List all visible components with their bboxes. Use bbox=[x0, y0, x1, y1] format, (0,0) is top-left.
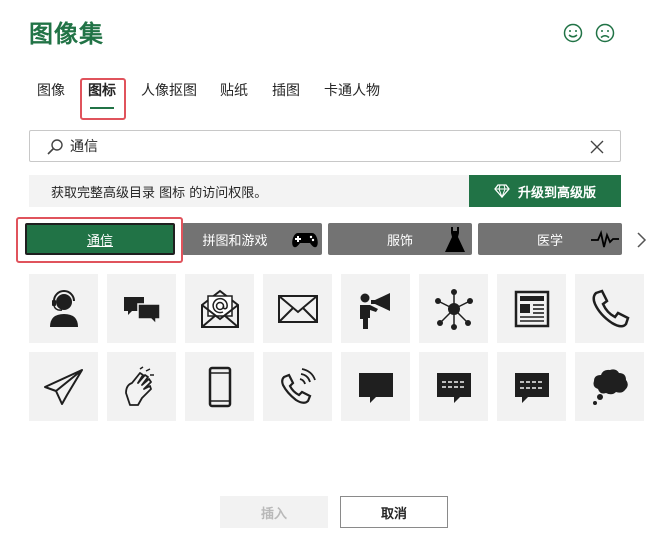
category-clothing[interactable]: 服饰 bbox=[328, 223, 472, 255]
icon-tile[interactable] bbox=[185, 274, 254, 343]
category-label: 医学 bbox=[536, 233, 563, 249]
insert-button[interactable]: 插入 bbox=[220, 496, 328, 528]
category-puzzles-games[interactable]: 拼图和游戏 bbox=[182, 223, 322, 255]
frown-icon[interactable] bbox=[595, 23, 615, 43]
headset-user-icon bbox=[49, 289, 78, 327]
premium-message: 获取完整高级目录 图标 的访问权限。 bbox=[51, 186, 268, 201]
dress-icon bbox=[445, 227, 465, 252]
megaphone-person-icon bbox=[359, 292, 390, 329]
icon-tile[interactable] bbox=[341, 352, 410, 421]
message-bubble-icon bbox=[514, 372, 549, 403]
network-hub-icon bbox=[434, 288, 473, 330]
speech-bubble-icon bbox=[358, 372, 393, 403]
newspaper-icon bbox=[514, 290, 549, 327]
search-icon bbox=[47, 139, 63, 155]
upgrade-button[interactable]: 升级到高级版 bbox=[469, 175, 621, 207]
icon-tile[interactable] bbox=[107, 352, 176, 421]
icon-tile[interactable] bbox=[263, 274, 332, 343]
icon-tile[interactable] bbox=[497, 352, 566, 421]
sign-language-icon bbox=[124, 365, 154, 406]
envelope-icon bbox=[277, 294, 318, 323]
category-label: 拼图和游戏 bbox=[202, 233, 268, 249]
chat-bubbles-icon bbox=[123, 296, 161, 326]
dialog-title: 图像集 bbox=[29, 19, 104, 48]
icon-tile[interactable] bbox=[107, 274, 176, 343]
icon-tile[interactable] bbox=[341, 274, 410, 343]
smartphone-icon bbox=[208, 366, 231, 407]
tab-images[interactable]: 图像 bbox=[36, 76, 66, 116]
heartbeat-icon bbox=[591, 230, 619, 248]
category-label: 通信 bbox=[86, 233, 113, 249]
text-bubble-icon bbox=[436, 372, 471, 403]
tab-icons[interactable]: 图标 bbox=[82, 76, 122, 116]
tab-cutout-people[interactable]: 人像抠图 bbox=[140, 76, 198, 116]
icon-tile[interactable] bbox=[29, 274, 98, 343]
tab-stickers[interactable]: 贴纸 bbox=[219, 76, 249, 116]
search-input[interactable] bbox=[68, 135, 568, 157]
category-medical[interactable]: 医学 bbox=[478, 223, 622, 255]
icon-tile[interactable] bbox=[575, 352, 644, 421]
search-box bbox=[29, 130, 621, 162]
chevron-right-icon[interactable] bbox=[634, 230, 648, 250]
category-strip: 通信 拼图和游戏 服饰 医学 bbox=[0, 217, 659, 265]
category-communication[interactable]: 通信 bbox=[25, 223, 175, 255]
paper-plane-icon bbox=[43, 368, 83, 405]
upgrade-label: 升级到高级版 bbox=[517, 185, 596, 201]
diamond-icon bbox=[494, 184, 510, 198]
thought-bubble-icon bbox=[592, 368, 628, 405]
icon-tile[interactable] bbox=[263, 352, 332, 421]
icon-tile[interactable] bbox=[497, 274, 566, 343]
cancel-button[interactable]: 取消 bbox=[340, 496, 448, 528]
close-icon[interactable] bbox=[590, 140, 604, 154]
category-label: 服饰 bbox=[386, 233, 413, 249]
tab-cartoon-people[interactable]: 卡通人物 bbox=[323, 76, 381, 116]
icon-tile[interactable] bbox=[575, 274, 644, 343]
tab-illustrations[interactable]: 插图 bbox=[271, 76, 301, 116]
icon-tile[interactable] bbox=[29, 352, 98, 421]
icon-tile[interactable] bbox=[185, 352, 254, 421]
premium-banner: 获取完整高级目录 图标 的访问权限。 升级到高级版 bbox=[29, 175, 621, 207]
email-at-icon bbox=[200, 289, 239, 328]
icon-tile[interactable] bbox=[419, 274, 488, 343]
smile-icon[interactable] bbox=[563, 23, 583, 43]
icon-tile[interactable] bbox=[419, 352, 488, 421]
active-tab-underline bbox=[90, 107, 114, 109]
gamepad-icon bbox=[292, 233, 318, 248]
phone-icon bbox=[591, 288, 630, 327]
phone-ringing-icon bbox=[280, 367, 316, 404]
